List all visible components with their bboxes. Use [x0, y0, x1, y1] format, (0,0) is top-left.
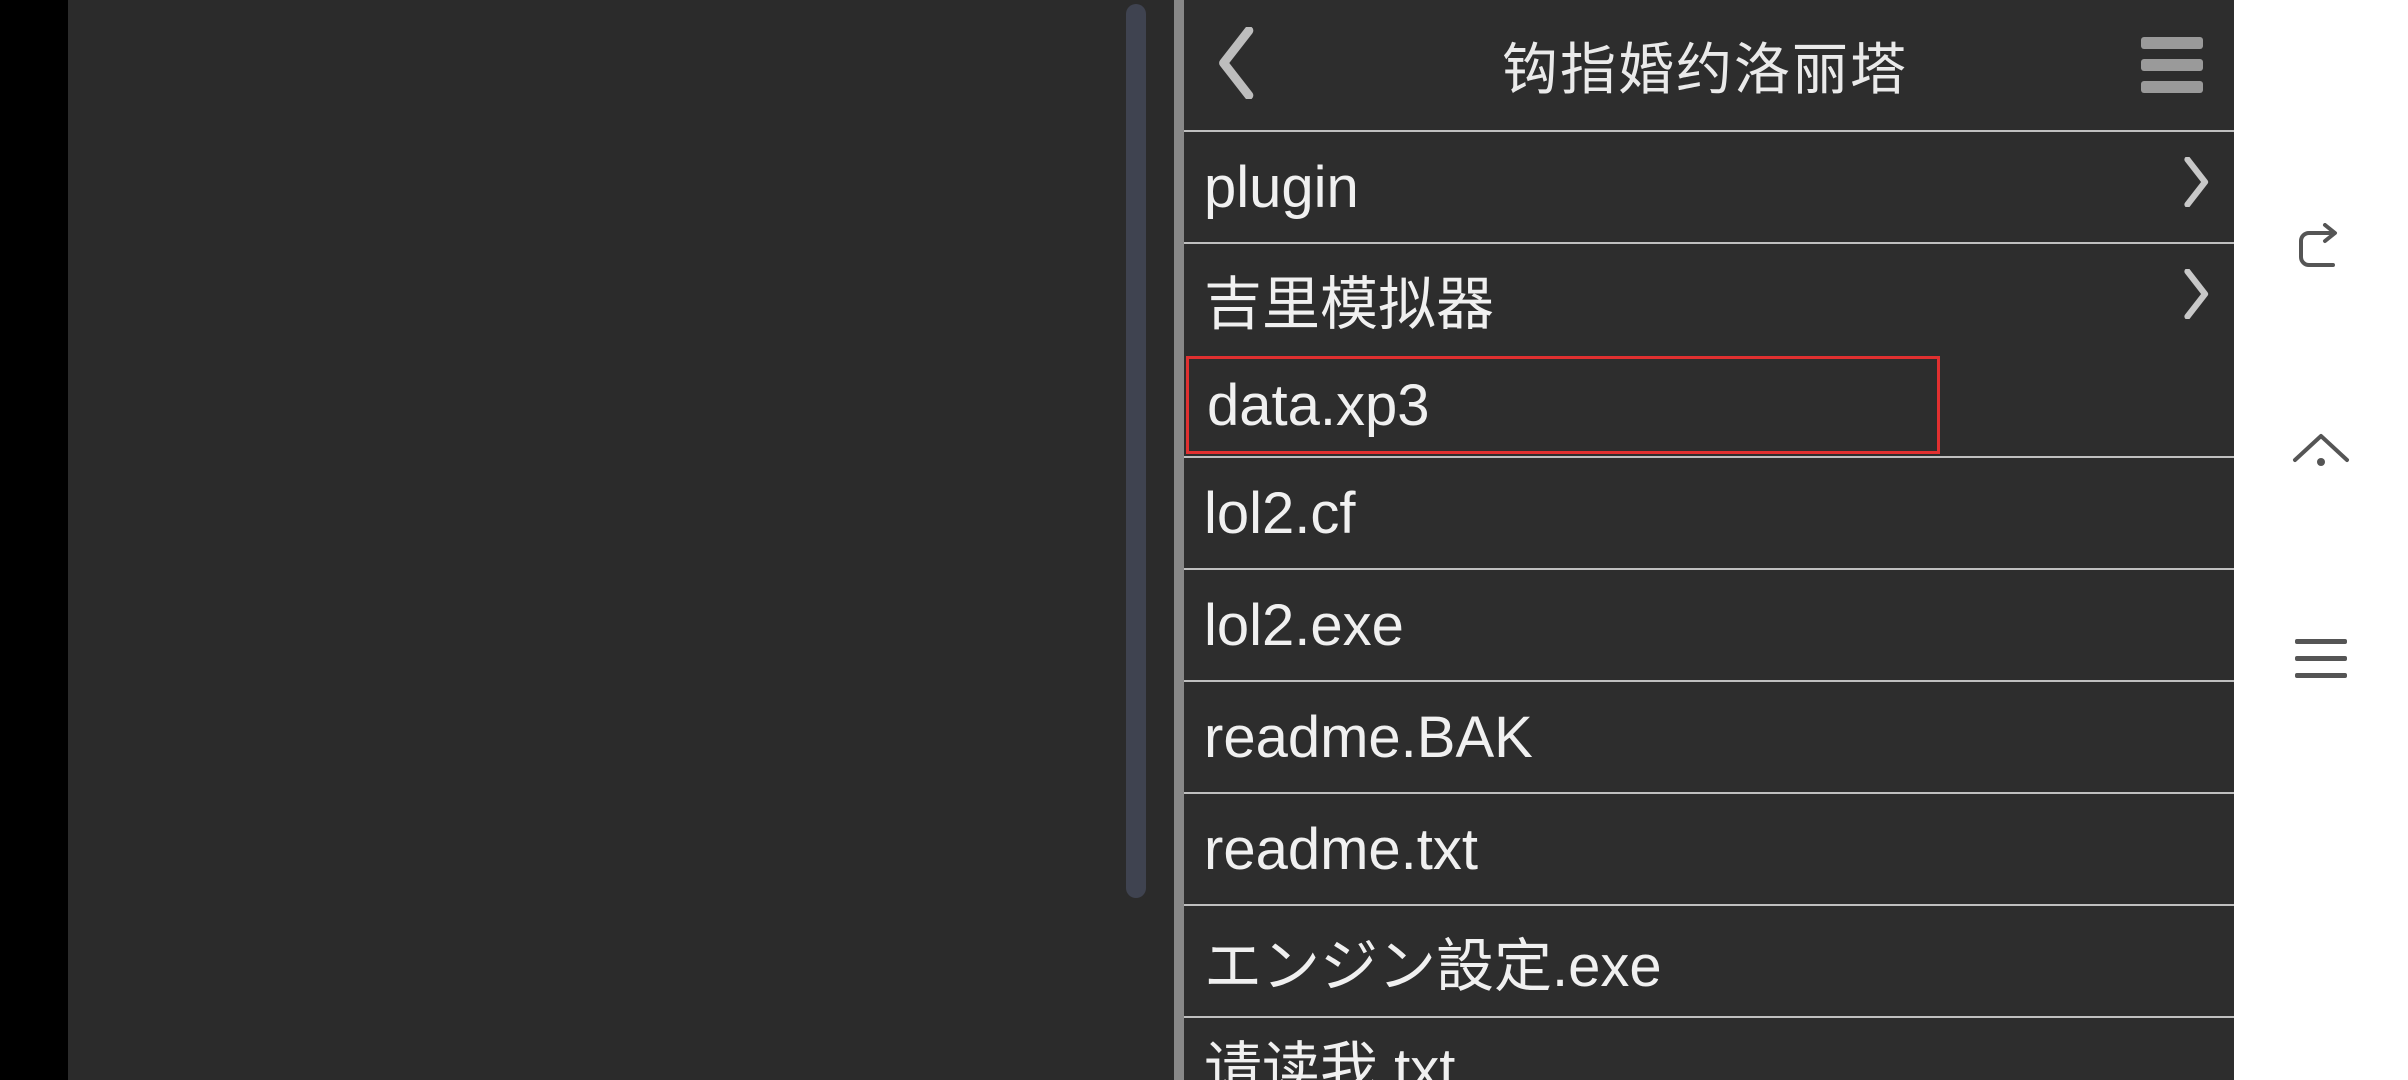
file-row[interactable]: data.xp3	[1186, 356, 1940, 454]
system-home-button[interactable]	[2285, 419, 2357, 491]
folder-row[interactable]: 吉里模拟器	[1184, 242, 2234, 354]
folder-title: 钩指婚约洛丽塔	[1278, 25, 2132, 106]
file-name-label: plugin	[1204, 154, 1359, 221]
file-row[interactable]: 请读我.txt	[1184, 1016, 2234, 1080]
system-back-button[interactable]	[2285, 216, 2357, 288]
recent-apps-icon	[2295, 656, 2347, 661]
file-name-label: lol2.cf	[1204, 480, 1356, 547]
file-browser-pane: 钩指婚约洛丽塔 plugin 吉里模拟器 data.xp3 lol2.cf lol2.e…	[1174, 0, 2234, 1080]
chevron-left-icon	[1216, 27, 1260, 104]
hamburger-icon	[2141, 37, 2203, 49]
file-row[interactable]: lol2.cf	[1184, 456, 2234, 568]
scrollbar-thumb[interactable]	[1126, 4, 1146, 898]
back-icon	[2295, 223, 2347, 280]
file-name-label: readme.txt	[1204, 816, 1478, 883]
file-row[interactable]: lol2.exe	[1184, 568, 2234, 680]
file-name-label: 请读我.txt	[1204, 1022, 1455, 1080]
left-content-pane	[0, 0, 1174, 1080]
file-name-label: 吉里模拟器	[1204, 257, 1494, 341]
recent-apps-icon	[2295, 639, 2347, 644]
file-browser-header: 钩指婚约洛丽塔	[1184, 0, 2234, 130]
recent-apps-icon	[2295, 673, 2347, 678]
file-name-label: lol2.exe	[1204, 592, 1404, 659]
chevron-right-icon	[2180, 266, 2210, 333]
back-button[interactable]	[1198, 25, 1278, 105]
chevron-right-icon	[2180, 154, 2210, 221]
system-nav-bar	[2234, 0, 2408, 1080]
file-name-label: エンジン設定.exe	[1204, 919, 1662, 1003]
file-row[interactable]: readme.BAK	[1184, 680, 2234, 792]
folder-row[interactable]: plugin	[1184, 130, 2234, 242]
file-row[interactable]: readme.txt	[1184, 792, 2234, 904]
file-name-label: readme.BAK	[1204, 704, 1533, 771]
file-name-label: data.xp3	[1207, 372, 1430, 439]
hamburger-icon	[2141, 81, 2203, 93]
hamburger-icon	[2141, 59, 2203, 71]
home-icon	[2291, 430, 2351, 479]
system-recent-button[interactable]	[2285, 622, 2357, 694]
menu-button[interactable]	[2132, 25, 2212, 105]
file-row[interactable]: エンジン設定.exe	[1184, 904, 2234, 1016]
file-list[interactable]: plugin 吉里模拟器 data.xp3 lol2.cf lol2.exe readme…	[1184, 130, 2234, 1080]
